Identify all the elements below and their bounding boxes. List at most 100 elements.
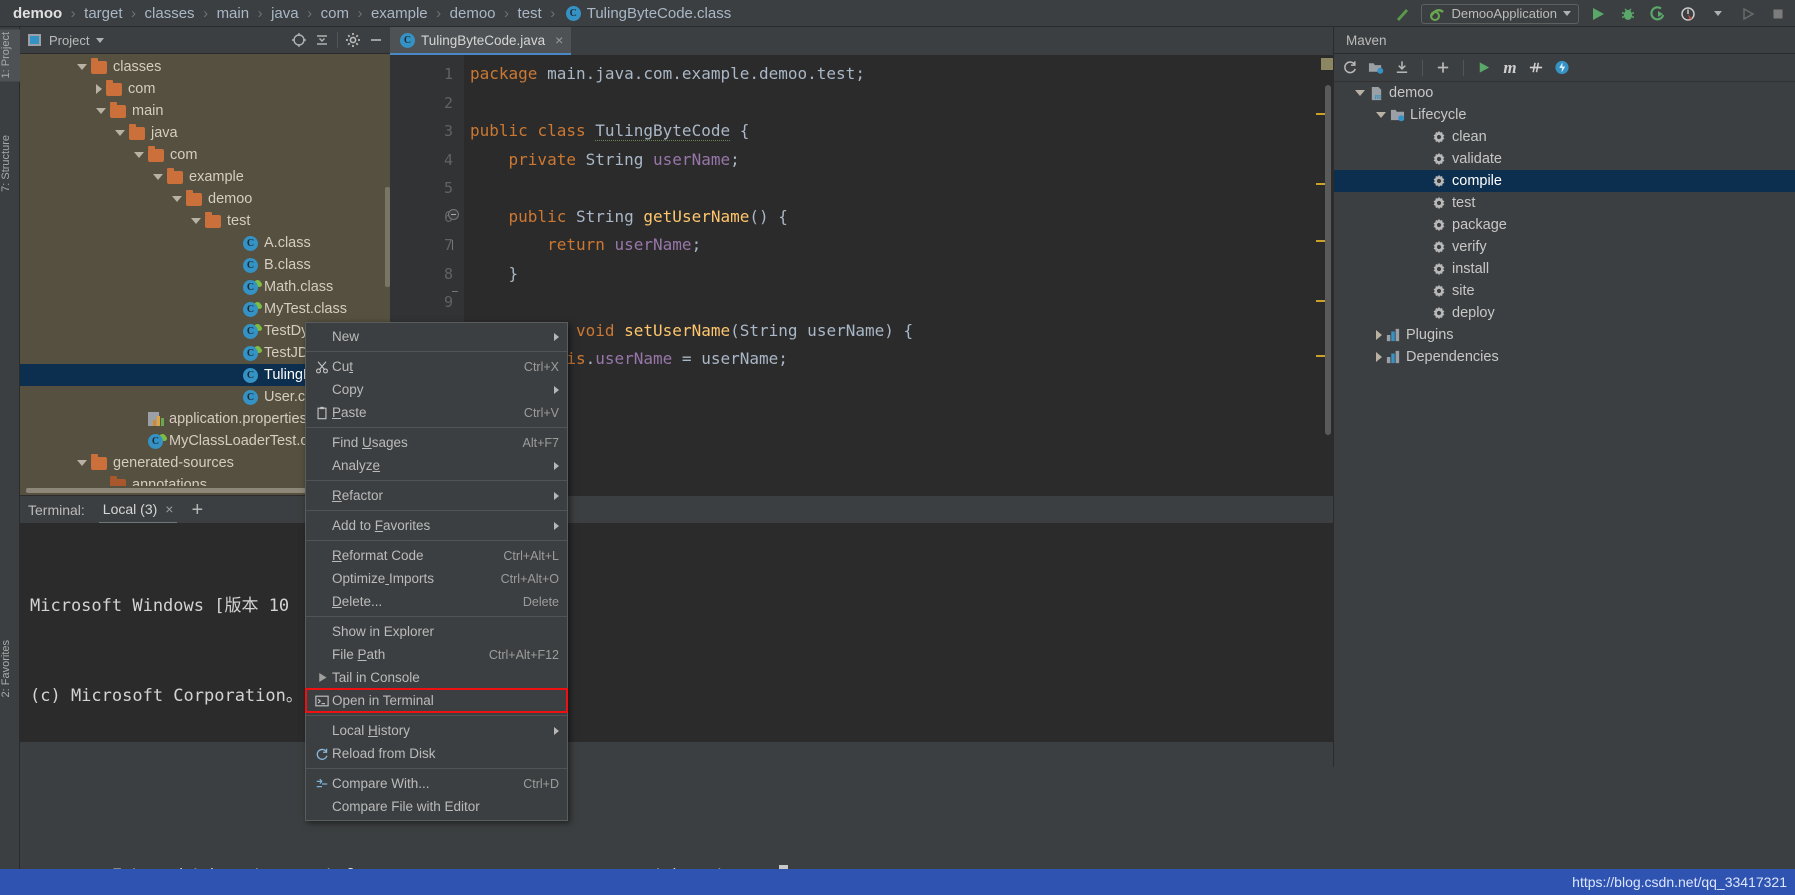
maven-tree-row[interactable]: Lifecycle xyxy=(1334,104,1795,126)
chevron-down-icon[interactable] xyxy=(134,152,144,158)
tree-row[interactable]: C A.class xyxy=(20,232,390,254)
maven-tree-row[interactable]: Dependencies xyxy=(1334,346,1795,368)
maven-tree-row[interactable]: clean xyxy=(1334,126,1795,148)
tree-row[interactable]: C MyTest.class xyxy=(20,298,390,320)
maven-tree-row[interactable]: compile xyxy=(1334,170,1795,192)
menu-item-compare-with[interactable]: Compare With... Ctrl+D xyxy=(306,772,567,795)
sidebar-item-favorites[interactable]: 2: Favorites xyxy=(0,637,20,700)
sidebar-item-structure[interactable]: 7: Structure xyxy=(0,132,20,195)
menu-item-show-in-explorer[interactable]: Show in Explorer xyxy=(306,620,567,643)
menu-item-open-in-terminal[interactable]: Open in Terminal xyxy=(305,688,568,713)
fold-collapse-icon[interactable] xyxy=(448,209,459,220)
run-configuration-selector[interactable]: DemooApplication xyxy=(1421,3,1579,24)
menu-item-add-to-favorites[interactable]: Add to Favorites xyxy=(306,514,567,537)
plus-icon[interactable] xyxy=(1435,60,1451,76)
menu-item-delete[interactable]: Delete... Delete xyxy=(306,590,567,613)
chevron-right-icon[interactable] xyxy=(1376,330,1382,340)
menu-item-tail-in-console[interactable]: Tail in Console xyxy=(306,666,567,689)
maven-tree-row[interactable]: verify xyxy=(1334,236,1795,258)
tree-row[interactable]: C Math.class xyxy=(20,276,390,298)
download-sources-icon[interactable] xyxy=(1394,60,1410,76)
show-diagram-icon[interactable] xyxy=(1554,60,1570,76)
breadcrumb-item[interactable]: example xyxy=(367,0,432,26)
chevron-down-icon[interactable] xyxy=(77,64,87,70)
chevron-down-icon[interactable] xyxy=(77,460,87,466)
tree-row[interactable]: com xyxy=(20,144,390,166)
editor-scrollbar[interactable] xyxy=(1325,85,1331,435)
context-menu[interactable]: New Cut Ctrl+X Copy Paste Ctrl+V Find Usages Al… xyxy=(305,322,568,821)
menu-item-optimize-imports[interactable]: Optimize Imports Ctrl+Alt+O xyxy=(306,567,567,590)
menu-item-refactor[interactable]: Refactor xyxy=(306,484,567,507)
close-icon[interactable]: × xyxy=(165,501,173,517)
locate-icon[interactable] xyxy=(291,32,307,48)
run-with-coverage-icon[interactable] xyxy=(1647,3,1669,25)
terminal-tab-local[interactable]: Local (3) × xyxy=(98,496,178,524)
chevron-right-icon[interactable] xyxy=(96,84,102,94)
maven-tree-row[interactable]: Plugins xyxy=(1334,324,1795,346)
stop-icon[interactable] xyxy=(1767,3,1789,25)
maven-tree-row[interactable]: validate xyxy=(1334,148,1795,170)
tree-row[interactable]: classes xyxy=(20,56,390,78)
maven-tree-row[interactable]: test xyxy=(1334,192,1795,214)
toggle-skip-tests-icon[interactable] xyxy=(1528,60,1544,76)
menu-item-compare-file-with-editor[interactable]: Compare File with Editor xyxy=(306,795,567,818)
breadcrumb-item[interactable]: classes xyxy=(141,0,199,26)
add-maven-project-icon[interactable] xyxy=(1368,60,1384,76)
chevron-down-icon[interactable] xyxy=(1707,3,1729,25)
breadcrumb-item[interactable]: main xyxy=(213,0,254,26)
chevron-down-icon[interactable] xyxy=(1376,112,1386,118)
chevron-right-icon[interactable] xyxy=(1376,352,1382,362)
breadcrumb-item[interactable]: demoo xyxy=(446,0,500,26)
chevron-down-icon[interactable] xyxy=(191,218,201,224)
minimize-icon[interactable] xyxy=(368,32,384,48)
tree-row[interactable]: java xyxy=(20,122,390,144)
chevron-down-icon[interactable] xyxy=(1355,90,1365,96)
menu-item-find-usages[interactable]: Find Usages Alt+F7 xyxy=(306,431,567,454)
menu-item-file-path[interactable]: File Path Ctrl+Alt+F12 xyxy=(306,643,567,666)
breadcrumb-item[interactable]: java xyxy=(267,0,303,26)
menu-item-reformat-code[interactable]: Reformat Code Ctrl+Alt+L xyxy=(306,544,567,567)
breadcrumb-item[interactable]: test xyxy=(514,0,546,26)
chevron-down-icon[interactable] xyxy=(96,37,105,43)
menu-item-paste[interactable]: Paste Ctrl+V xyxy=(306,401,567,424)
hammer-icon[interactable] xyxy=(1391,3,1413,25)
maven-tree-row[interactable]: site xyxy=(1334,280,1795,302)
rerun-icon[interactable] xyxy=(1737,3,1759,25)
menu-item-new[interactable]: New xyxy=(306,325,567,348)
breadcrumb-file[interactable]: C TulingByteCode.class xyxy=(560,0,736,26)
maven-tree[interactable]: m demoo Lifecycle clean validate compile test p… xyxy=(1334,82,1795,368)
menu-item-analyze[interactable]: Analyze xyxy=(306,454,567,477)
menu-item-copy[interactable]: Copy xyxy=(306,378,567,401)
execute-maven-goal-icon[interactable]: m xyxy=(1502,58,1518,77)
maven-tree-row[interactable]: package xyxy=(1334,214,1795,236)
tree-row[interactable]: example xyxy=(20,166,390,188)
profiler-icon[interactable] xyxy=(1677,3,1699,25)
tree-row[interactable]: com xyxy=(20,78,390,100)
menu-item-local-history[interactable]: Local History xyxy=(306,719,567,742)
run-icon[interactable] xyxy=(1476,60,1492,76)
collapse-all-icon[interactable] xyxy=(314,32,330,48)
maven-tree-row[interactable]: deploy xyxy=(1334,302,1795,324)
gear-icon[interactable] xyxy=(345,32,361,48)
menu-item-cut[interactable]: Cut Ctrl+X xyxy=(306,355,567,378)
chevron-down-icon[interactable] xyxy=(96,108,106,114)
add-terminal-tab-button[interactable]: + xyxy=(191,500,203,520)
menu-item-reload-from-disk[interactable]: Reload from Disk xyxy=(306,742,567,765)
debug-icon[interactable] xyxy=(1617,3,1639,25)
maven-tree-row[interactable]: install xyxy=(1334,258,1795,280)
run-icon[interactable] xyxy=(1587,3,1609,25)
breadcrumb-item[interactable]: demoo xyxy=(9,0,66,26)
tab-tulingbytecode-java[interactable]: C TulingByteCode.java × xyxy=(390,27,572,55)
breadcrumb-item[interactable]: com xyxy=(317,0,353,26)
tree-row[interactable]: test xyxy=(20,210,390,232)
tree-row[interactable]: main xyxy=(20,100,390,122)
reload-icon[interactable] xyxy=(1342,60,1358,76)
maven-tree-row[interactable]: m demoo xyxy=(1334,82,1795,104)
close-icon[interactable]: × xyxy=(551,32,563,48)
code-text[interactable]: package main.java.com.example.demoo.test… xyxy=(464,55,1333,495)
chevron-down-icon[interactable] xyxy=(172,196,182,202)
tree-row[interactable]: demoo xyxy=(20,188,390,210)
sidebar-item-project[interactable]: 1: Project xyxy=(0,29,20,82)
terminal-output[interactable]: Microsoft Windows [版本 10 (c) Microsoft C… xyxy=(20,523,1333,886)
chevron-down-icon[interactable] xyxy=(153,174,163,180)
